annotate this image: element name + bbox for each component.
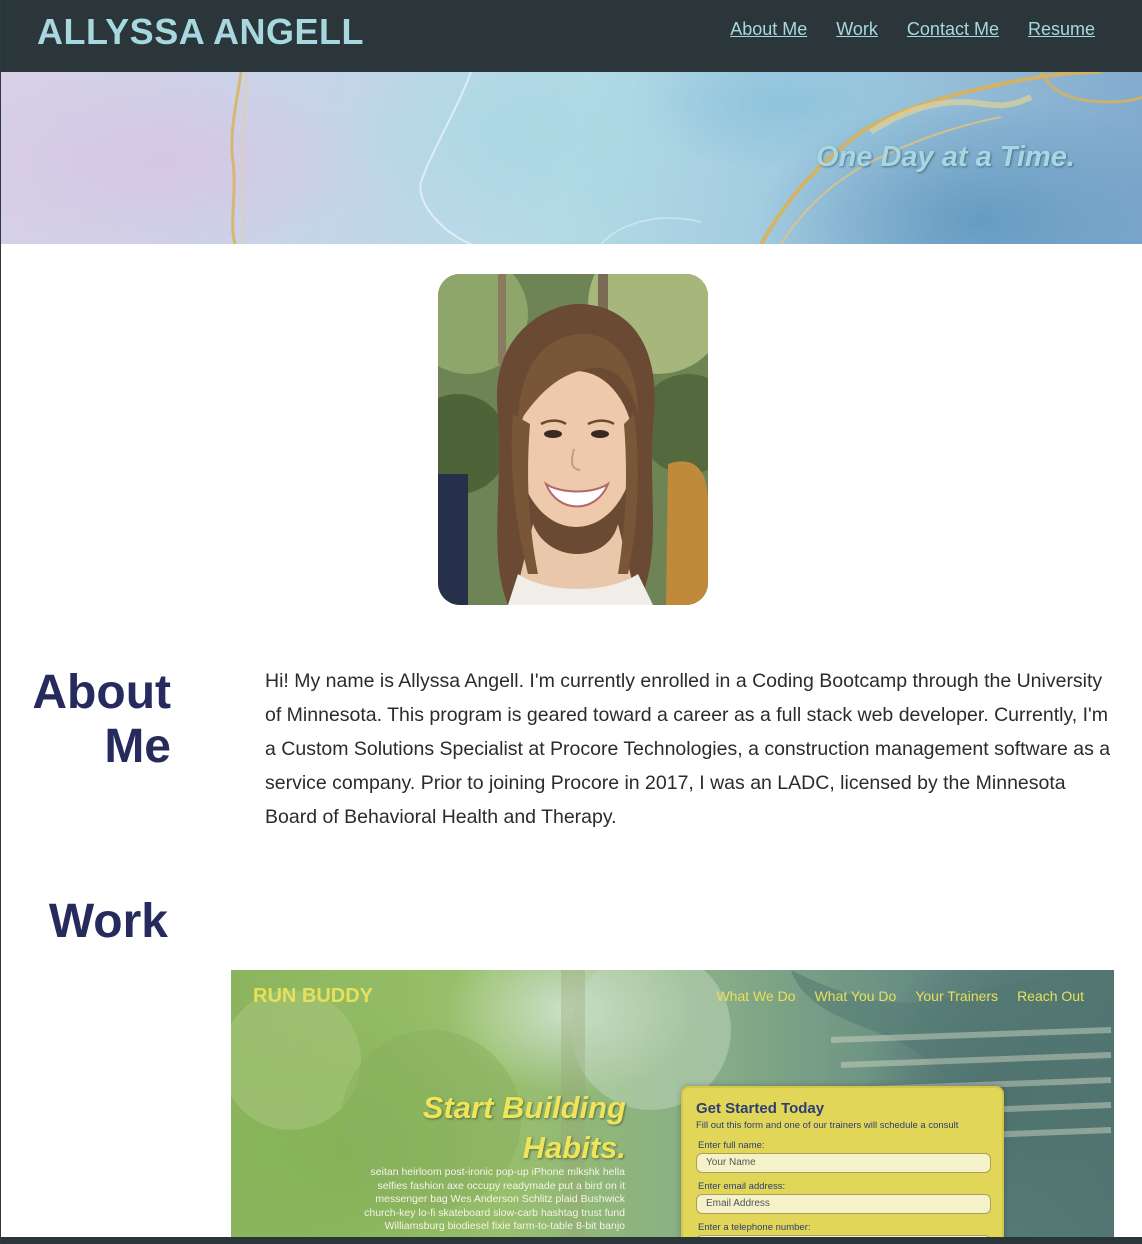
window-bottom-edge [1,1237,1142,1244]
hero-tagline: One Day at a Time. [816,141,1075,173]
project-nav-item: What We Do [716,988,796,1004]
name-label: Enter full name: [698,1140,765,1151]
project-signup-form: Get Started Today Fill out this form and… [681,1086,1004,1244]
portfolio-page: ALLYSSA ANGELL About Me Work Contact Me … [0,0,1142,1244]
nav-link-work[interactable]: Work [836,16,878,42]
project-preview-run-buddy[interactable]: RUN BUDDY What We Do What You Do Your Tr… [231,970,1114,1244]
main-nav: About Me Work Contact Me Resume [730,16,1095,42]
about-heading: About Me [32,666,171,773]
project-nav-item: Your Trainers [915,988,999,1004]
project-nav: What We Do What You Do Your Trainers Rea… [716,987,1084,1005]
site-logo[interactable]: ALLYSSA ANGELL [37,10,364,54]
email-label: Enter email address: [698,1181,786,1192]
name-field: Your Name [696,1153,991,1173]
project-headline: Start Building Habits. [422,1090,626,1165]
phone-label: Enter a telephone number: [698,1222,811,1233]
project-nav-item: What You Do [814,988,897,1004]
project-logo: RUN BUDDY [253,985,373,1007]
project-nav-item: Reach Out [1017,988,1084,1004]
work-heading: Work [48,895,168,948]
profile-photo [438,274,708,605]
nav-link-resume[interactable]: Resume [1028,16,1095,42]
site-header: ALLYSSA ANGELL About Me Work Contact Me … [1,0,1142,72]
form-title: Get Started Today [696,1100,825,1117]
about-paragraph: Hi! My name is Allyssa Angell. I'm curre… [265,670,1111,828]
project-body-text: seitan heirloom post-ironic pop-up iPhon… [364,1166,625,1232]
email-field: Email Address [696,1194,991,1214]
nav-link-about-me[interactable]: About Me [730,16,807,42]
form-subtitle: Fill out this form and one of our traine… [696,1120,959,1131]
hero-banner: One Day at a Time. [1,72,1142,244]
nav-link-contact-me[interactable]: Contact Me [907,16,999,42]
